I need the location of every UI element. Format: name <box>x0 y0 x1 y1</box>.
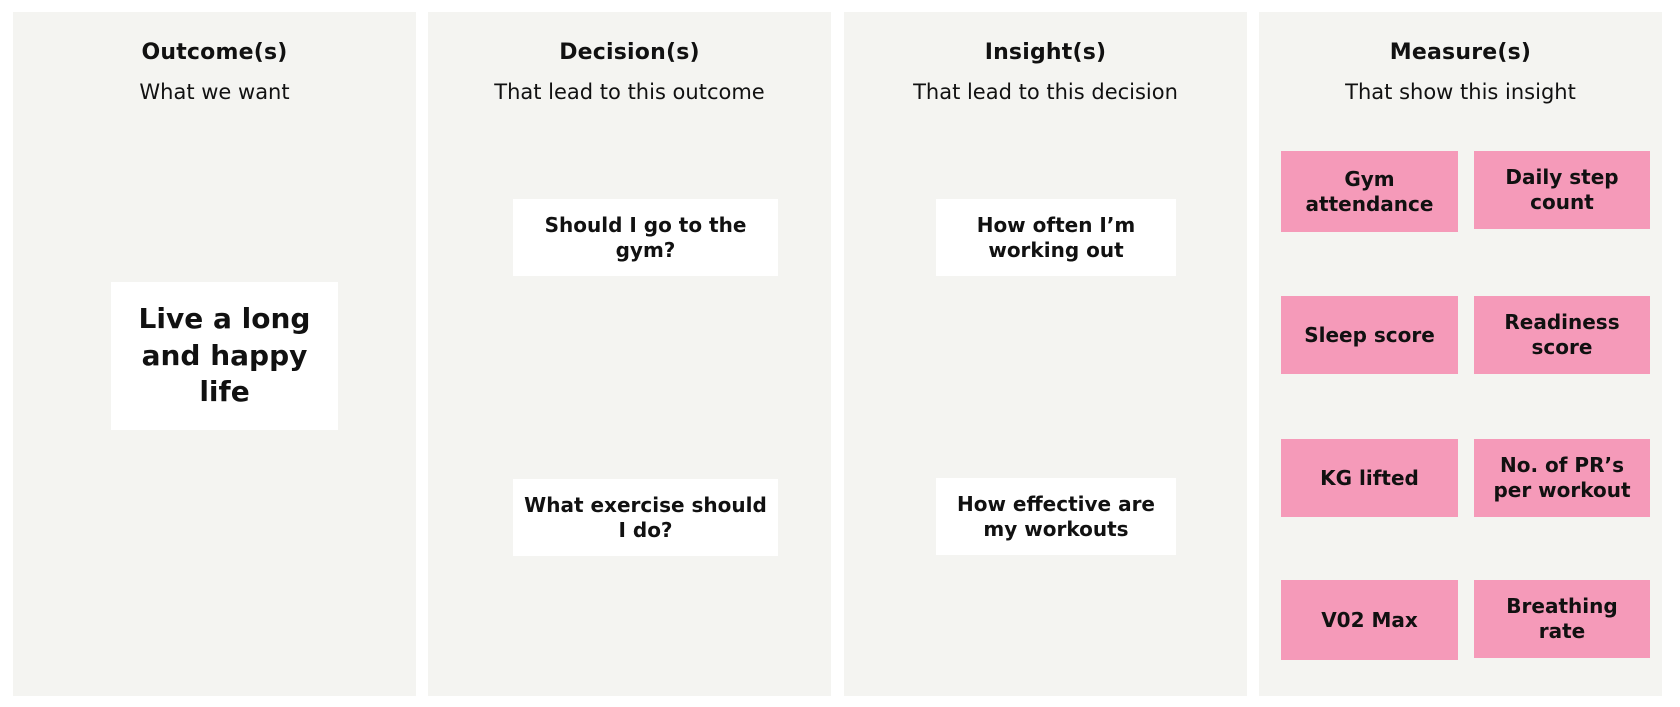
column-subtitle: What we want <box>139 80 290 104</box>
card-text: Gym attendance <box>1305 166 1434 216</box>
outcome-card[interactable]: Live a long and happy life <box>111 282 338 430</box>
card-text: KG lifted <box>1320 465 1419 490</box>
column-outcomes: Outcome(s) What we want Live a long and … <box>13 12 416 696</box>
measure-card[interactable]: Daily step count <box>1474 151 1650 229</box>
measure-card[interactable]: V02 Max <box>1281 580 1458 660</box>
card-text: How effective are my workouts <box>956 491 1155 541</box>
card-text: No. of PR’s per workout <box>1493 453 1631 502</box>
decision-tree-board: Outcome(s) What we want Live a long and … <box>0 0 1680 707</box>
column-title: Outcome(s) <box>141 40 288 65</box>
measure-card[interactable]: No. of PR’s per workout <box>1474 439 1650 517</box>
column-title: Measure(s) <box>1389 40 1532 65</box>
decision-card[interactable]: Should I go to the gym? <box>513 199 778 276</box>
card-text: V02 Max <box>1321 607 1418 632</box>
measure-card[interactable]: Sleep score <box>1281 296 1458 374</box>
card-text: Live a long and happy life <box>138 302 311 409</box>
card-text: Readiness score <box>1504 310 1620 359</box>
card-text: Sleep score <box>1304 322 1435 347</box>
card-text: Should I go to the gym? <box>544 212 747 262</box>
column-subtitle: That lead to this outcome <box>494 80 765 104</box>
insight-card[interactable]: How effective are my workouts <box>936 478 1176 555</box>
measure-card[interactable]: Breathing rate <box>1474 580 1650 658</box>
measure-card[interactable]: Readiness score <box>1474 296 1650 374</box>
insight-card[interactable]: How often I’m working out <box>936 199 1176 276</box>
column-measures: Measure(s) That show this insight Gym at… <box>1259 12 1662 696</box>
card-text: How often I’m working out <box>976 212 1136 262</box>
column-subtitle: That show this insight <box>1345 80 1576 104</box>
measure-card[interactable]: Gym attendance <box>1281 151 1458 232</box>
measure-card[interactable]: KG lifted <box>1281 439 1458 517</box>
column-decisions: Decision(s) That lead to this outcome Sh… <box>428 12 831 696</box>
card-text: What exercise should I do? <box>524 492 767 542</box>
column-subtitle: That lead to this decision <box>913 80 1178 104</box>
card-text: Daily step count <box>1505 165 1619 214</box>
card-text: Breathing rate <box>1506 594 1618 643</box>
column-insights: Insight(s) That lead to this decision Ho… <box>844 12 1247 696</box>
decision-card[interactable]: What exercise should I do? <box>513 479 778 556</box>
column-title: Decision(s) <box>559 40 700 65</box>
column-title: Insight(s) <box>984 40 1107 65</box>
